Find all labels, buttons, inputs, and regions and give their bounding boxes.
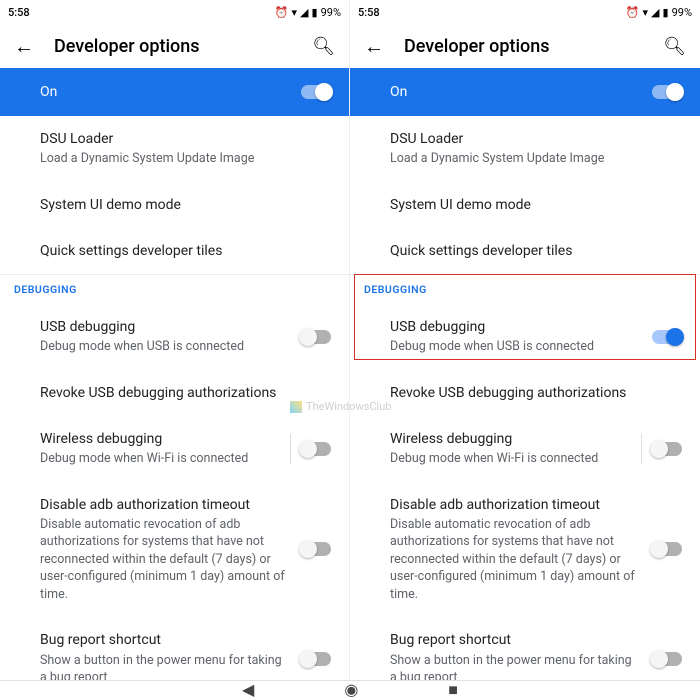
back-icon[interactable]: ← (14, 34, 34, 59)
page-title: Developer options (404, 36, 643, 57)
master-switch[interactable] (301, 85, 331, 99)
nav-recent-icon[interactable]: ■ (448, 680, 458, 700)
usb-switch[interactable] (301, 330, 331, 344)
status-bar: 5:58 ⏰ ▾ ◢ ▮ 99% (350, 0, 700, 24)
section-debugging: DEBUGGING (350, 275, 700, 304)
signal-icon: ◢ (300, 6, 308, 19)
watermark: TheWindowsClub (290, 400, 391, 413)
section-debugging: DEBUGGING (0, 275, 349, 304)
page-title: Developer options (54, 36, 292, 57)
screen-right: 5:58 ⏰ ▾ ◢ ▮ 99% ← Developer options 🔍︎ … (350, 0, 700, 680)
alarm-icon: ⏰ (275, 6, 289, 19)
wm-icon (290, 401, 302, 413)
search-icon[interactable]: 🔍︎ (312, 36, 335, 57)
master-label: On (368, 84, 407, 100)
adb-switch[interactable] (301, 542, 331, 556)
battery-icon: ▮ (312, 6, 318, 19)
item-adb[interactable]: Disable adb authorization timeout Disabl… (350, 482, 700, 618)
status-icons: ⏰ ▾ ◢ ▮ 99% (275, 6, 341, 19)
appbar: ← Developer options 🔍︎ (0, 24, 349, 68)
settings-list: DSU Loader Load a Dynamic System Update … (350, 116, 700, 680)
appbar: ← Developer options 🔍︎ (350, 24, 700, 68)
item-bug[interactable]: Bug report shortcut Show a button in the… (0, 617, 349, 680)
usb-switch[interactable] (652, 330, 682, 344)
item-tiles[interactable]: Quick settings developer tiles (0, 228, 349, 274)
search-icon[interactable]: 🔍︎ (663, 36, 686, 57)
status-time: 5:58 (358, 6, 380, 19)
battery-pct: 99% (321, 6, 341, 19)
item-wireless[interactable]: Wireless debugging Debug mode when Wi-Fi… (0, 416, 349, 482)
status-time: 5:58 (8, 6, 30, 19)
adb-switch[interactable] (652, 542, 682, 556)
item-wireless[interactable]: Wireless debugging Debug mode when Wi-Fi… (350, 416, 700, 482)
bug-switch[interactable] (301, 652, 331, 666)
item-usb[interactable]: USB debugging Debug mode when USB is con… (350, 304, 700, 370)
signal-icon: ◢ (651, 6, 659, 19)
battery-icon: ▮ (663, 6, 669, 19)
item-tiles[interactable]: Quick settings developer tiles (350, 228, 700, 274)
item-revoke[interactable]: Revoke USB debugging authorizations (350, 370, 700, 416)
item-dsu[interactable]: DSU Loader Load a Dynamic System Update … (350, 116, 700, 182)
status-bar: 5:58 ⏰ ▾ ◢ ▮ 99% (0, 0, 349, 24)
nav-bar: ◀ ◉ ■ (0, 680, 700, 698)
settings-list: DSU Loader Load a Dynamic System Update … (0, 116, 349, 680)
status-icons: ⏰ ▾ ◢ ▮ 99% (626, 6, 692, 19)
wireless-switch[interactable] (301, 442, 331, 456)
item-dsu[interactable]: DSU Loader Load a Dynamic System Update … (0, 116, 349, 182)
item-demo[interactable]: System UI demo mode (350, 182, 700, 228)
back-icon[interactable]: ← (364, 34, 384, 59)
master-toggle[interactable]: On (350, 68, 700, 116)
master-toggle[interactable]: On (0, 68, 349, 116)
master-switch[interactable] (652, 85, 682, 99)
item-usb[interactable]: USB debugging Debug mode when USB is con… (0, 304, 349, 370)
alarm-icon: ⏰ (626, 6, 640, 19)
screen-left: 5:58 ⏰ ▾ ◢ ▮ 99% ← Developer options 🔍︎ … (0, 0, 350, 680)
item-bug[interactable]: Bug report shortcut Show a button in the… (350, 617, 700, 680)
nav-back-icon[interactable]: ◀ (242, 680, 254, 699)
nav-home-icon[interactable]: ◉ (344, 680, 358, 699)
wireless-switch[interactable] (652, 442, 682, 456)
item-demo[interactable]: System UI demo mode (0, 182, 349, 228)
item-adb[interactable]: Disable adb authorization timeout Disabl… (0, 482, 349, 618)
wifi-icon: ▾ (292, 6, 298, 19)
wifi-icon: ▾ (643, 6, 649, 19)
bug-switch[interactable] (652, 652, 682, 666)
master-label: On (18, 84, 57, 100)
battery-pct: 99% (672, 6, 692, 19)
